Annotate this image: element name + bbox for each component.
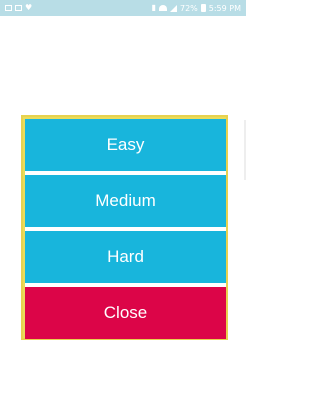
status-right: ▮ 72% 5:59 PM bbox=[152, 4, 241, 13]
battery-percent: 72% bbox=[179, 3, 198, 13]
sim-icon bbox=[5, 5, 12, 11]
signal-icon bbox=[169, 4, 177, 12]
heart-icon: ♥ bbox=[25, 3, 33, 12]
wifi-icon bbox=[158, 5, 167, 11]
hard-button[interactable]: Hard bbox=[25, 231, 226, 283]
easy-button[interactable]: Easy bbox=[25, 119, 226, 171]
status-bar: ♥ ▮ 72% 5:59 PM bbox=[0, 0, 246, 16]
difficulty-dialog: Easy Medium Hard Close bbox=[21, 115, 228, 340]
photo-icon bbox=[15, 5, 22, 11]
medium-button[interactable]: Medium bbox=[25, 175, 226, 227]
status-time: 5:59 PM bbox=[208, 3, 241, 13]
vibrate-icon: ▮ bbox=[151, 3, 156, 12]
close-button[interactable]: Close bbox=[25, 287, 226, 339]
battery-icon bbox=[200, 4, 206, 12]
status-left: ♥ bbox=[5, 4, 32, 12]
scroll-edge bbox=[244, 120, 246, 180]
